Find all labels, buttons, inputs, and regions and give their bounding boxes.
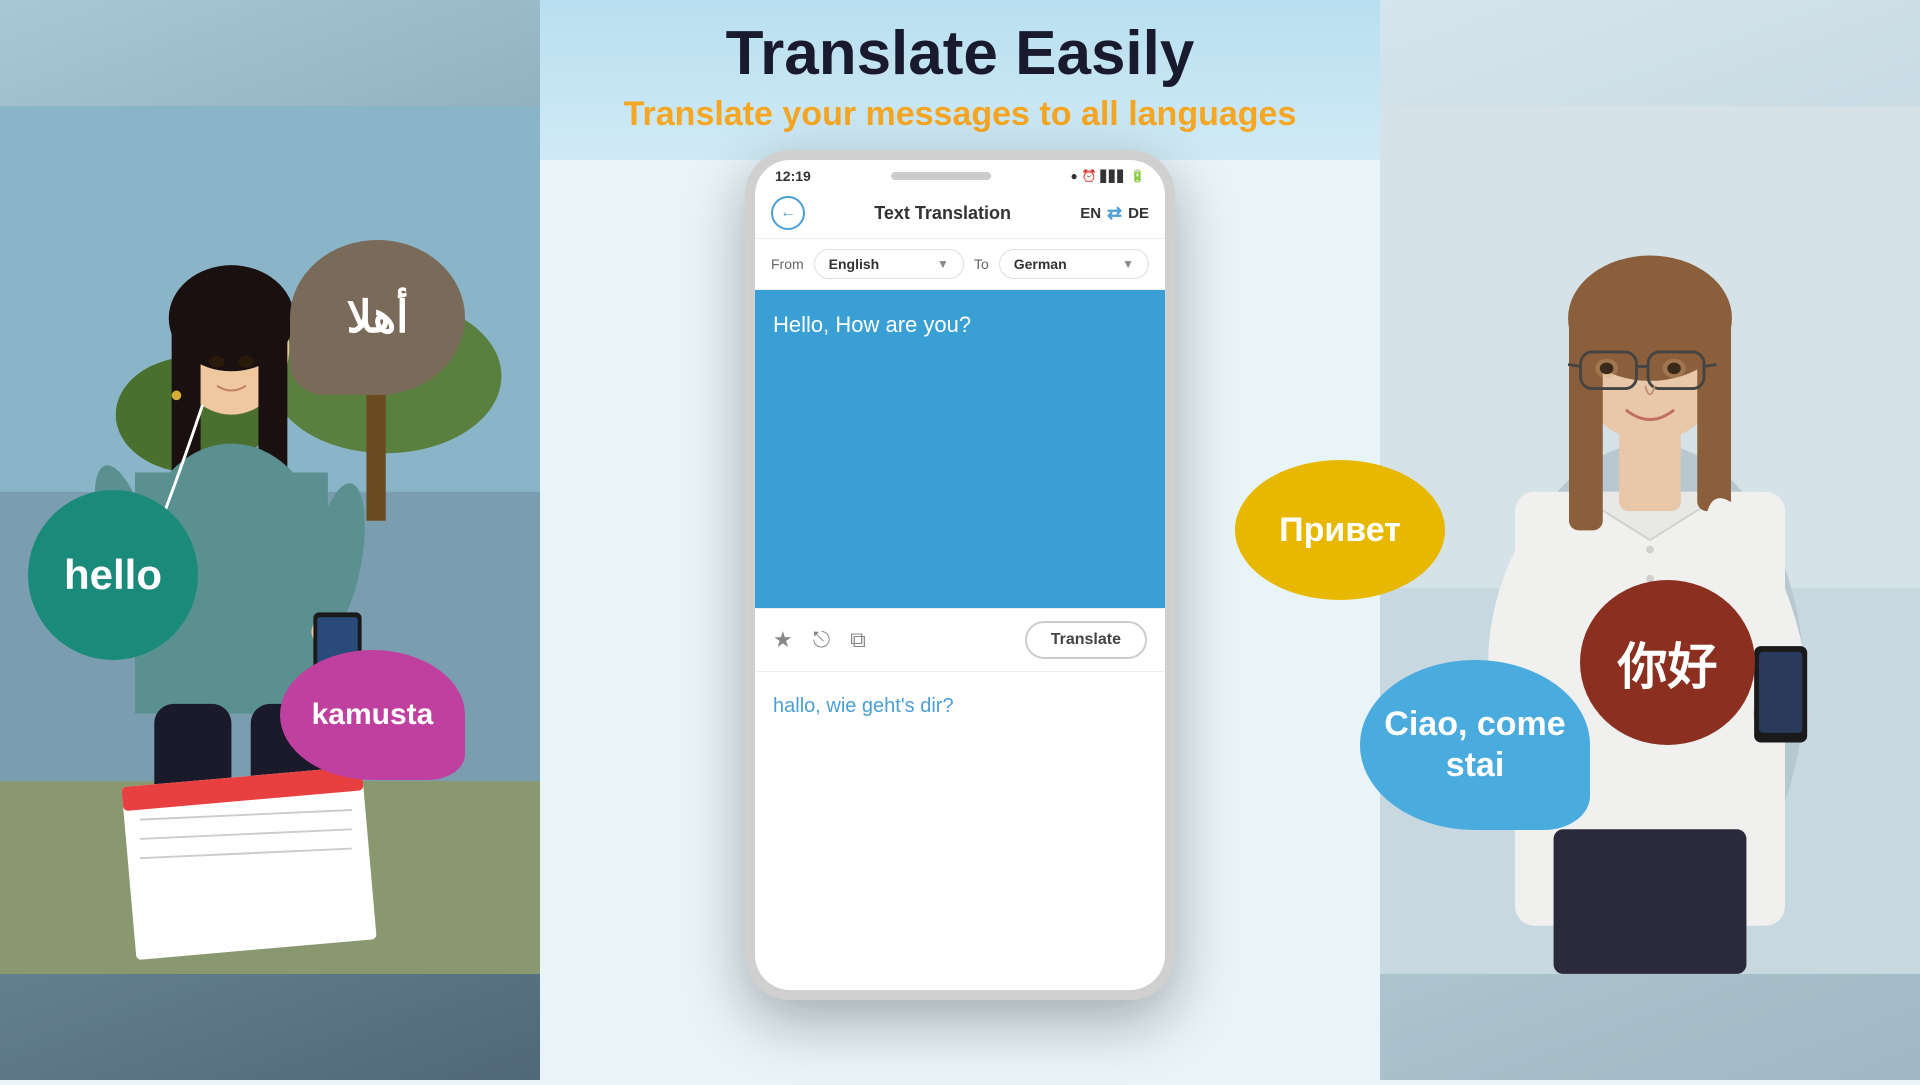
- dot-icon: ●: [1070, 169, 1077, 183]
- from-language-select[interactable]: English ▼: [814, 249, 964, 279]
- share-icon[interactable]: ⎋: [813, 627, 830, 653]
- app-header: ← Text Translation EN ⇄ DE: [755, 188, 1165, 239]
- language-selector-row: From English ▼ To German ▼: [755, 239, 1165, 290]
- status-icons: ● ⏰ ▋▋▋ 🔋: [1070, 169, 1145, 183]
- output-area: hallo, wie geht's dir?: [755, 672, 1165, 990]
- phone-screen: 12:19 ● ⏰ ▋▋▋ 🔋 ← Text Translation EN ⇄ …: [755, 160, 1165, 990]
- right-person-illustration: [1380, 0, 1920, 1080]
- to-dropdown-arrow: ▼: [1122, 257, 1134, 271]
- to-language-value: German: [1014, 256, 1067, 272]
- main-title: Translate Easily: [726, 18, 1195, 89]
- input-text: Hello, How are you?: [773, 310, 1147, 341]
- bubble-arabic: أهلا: [290, 240, 465, 395]
- bubble-hello-text: hello: [64, 551, 162, 599]
- back-icon: ←: [780, 204, 796, 222]
- status-time: 12:19: [775, 168, 811, 184]
- bubble-chinese-text: 你好: [1618, 627, 1718, 699]
- lang-from-code: EN: [1080, 205, 1101, 222]
- lang-switcher[interactable]: EN ⇄ DE: [1080, 203, 1149, 224]
- favorite-icon[interactable]: ★: [773, 627, 793, 653]
- bubble-privet-text: Привет: [1279, 511, 1401, 550]
- copy-icon[interactable]: ⧉: [850, 627, 866, 653]
- sub-title: Translate your messages to all languages: [624, 95, 1297, 134]
- bubble-arabic-text: أهلا: [347, 292, 409, 343]
- bubble-hello: hello: [28, 490, 198, 660]
- signal-icon: ▋▋▋: [1101, 170, 1126, 183]
- from-language-value: English: [829, 256, 880, 272]
- phone-mockup: 12:19 ● ⏰ ▋▋▋ 🔋 ← Text Translation EN ⇄ …: [745, 150, 1175, 1000]
- translate-button[interactable]: Translate: [1025, 621, 1147, 659]
- bubble-chinese: 你好: [1580, 580, 1755, 745]
- swap-icon[interactable]: ⇄: [1107, 203, 1122, 224]
- bubble-kamusta: kamusta: [280, 650, 465, 780]
- app-title: Text Translation: [874, 203, 1011, 224]
- bubble-kamusta-text: kamusta: [312, 698, 434, 732]
- to-label: To: [974, 256, 989, 272]
- back-button[interactable]: ←: [771, 196, 805, 230]
- from-dropdown-arrow: ▼: [937, 257, 949, 271]
- action-icons-group: ★ ⎋ ⧉: [773, 627, 866, 653]
- bubble-ciao-text1: Ciao, come: [1384, 704, 1565, 745]
- input-area[interactable]: Hello, How are you?: [755, 290, 1165, 608]
- battery-icon: 🔋: [1130, 169, 1145, 183]
- status-bar: 12:19 ● ⏰ ▋▋▋ 🔋: [755, 160, 1165, 188]
- bubble-ciao: Ciao, come stai: [1360, 660, 1590, 830]
- lang-to-code: DE: [1128, 205, 1149, 222]
- notch-bar: [891, 172, 991, 180]
- to-language-select[interactable]: German ▼: [999, 249, 1149, 279]
- from-label: From: [771, 256, 804, 272]
- bubble-privet: Привет: [1235, 460, 1445, 600]
- alarm-icon: ⏰: [1082, 169, 1097, 183]
- output-text: hallo, wie geht's dir?: [773, 692, 1147, 720]
- right-background: [1380, 0, 1920, 1080]
- bubble-ciao-text2: stai: [1446, 745, 1505, 786]
- action-bar: ★ ⎋ ⧉ Translate: [755, 608, 1165, 672]
